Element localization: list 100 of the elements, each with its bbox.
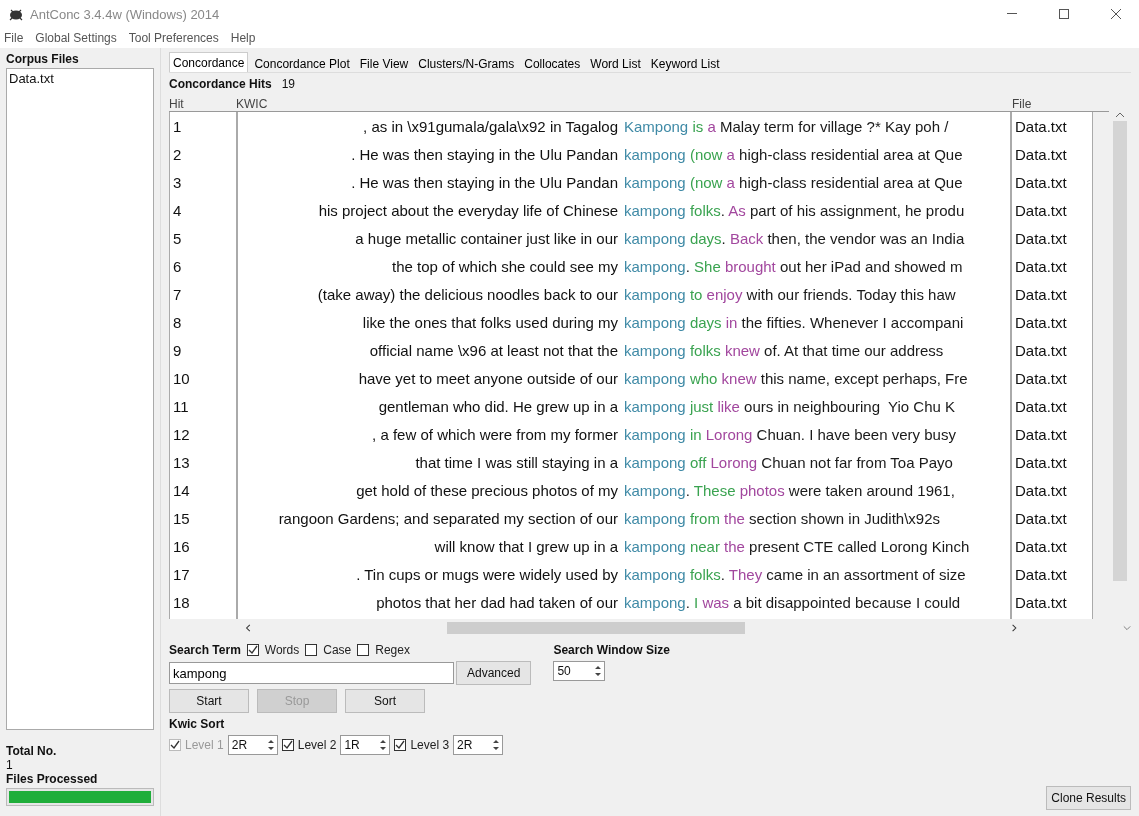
tab[interactable]: Keyword List [646,54,724,72]
file-cell-text: Data.txt [1014,425,1067,443]
right-context: kampong. She brought out her iPad and showed m [624,257,963,275]
file-cell-text: Data.txt [1014,257,1067,275]
hit-number: 3 [172,173,182,191]
right-context: kampong folks. They came in an assortment of size [624,565,966,583]
corpus-files-label: Corpus Files [6,52,80,66]
hit-number: 5 [172,229,182,247]
left-context: a huge metallic container just like in our [354,229,619,247]
right-context: kampong off Lorong Chuan not far from Toa Payo [624,453,953,471]
option-label: Words [264,643,300,657]
column-header[interactable]: File [1012,97,1032,111]
scroll-up-icon[interactable] [1115,111,1125,119]
checkbox[interactable] [246,644,259,656]
file-cell-text: Data.txt [1014,145,1067,163]
menu-item[interactable]: Global Settings [35,31,117,45]
file-cell-text: Data.txt [1014,593,1067,611]
left-context: that time I was still staying in a [414,453,619,471]
right-context: kampong from the section shown in Judith\x92s [624,509,941,527]
tab[interactable]: Collocates [520,54,585,72]
level-label: Level 1 [185,738,224,752]
hit-number: 6 [172,257,182,275]
hit-number: 17 [172,565,190,583]
tab[interactable]: Clusters/N-Grams [414,54,519,72]
sort-level-spinner[interactable]: 1R [340,735,391,755]
horizontal-scrollbar-thumb[interactable] [447,622,745,634]
level-label: Level 3 [410,738,450,752]
left-context: like the ones that folks used during my [361,313,619,331]
right-context: kampong days in the fifties. Whenever I accompani [624,313,964,331]
file-cell-text: Data.txt [1014,117,1067,135]
hit-number: 7 [172,285,182,303]
window-title: AntConc 3.4.4w (Windows) 2014 [30,6,221,22]
checkbox[interactable] [357,644,370,656]
hit-number: 10 [172,369,190,387]
option-label: Regex [375,643,410,657]
corpus-file-item[interactable]: Data.txt [9,71,151,86]
left-context: have yet to meet anyone outside of our [357,369,619,387]
total-label: Total No. [6,744,58,758]
file-cell-text: Data.txt [1014,397,1067,415]
left-context: photos that her dad had taken of our [375,593,619,611]
right-context: kampong just like ours in neighbouring Yio Chu K [624,397,956,415]
scroll-left-icon[interactable] [245,623,252,633]
hit-number: 4 [172,201,182,219]
option-label: Case [323,643,352,657]
hit-number: 9 [172,341,182,359]
file-cell-text: Data.txt [1014,509,1067,527]
left-context: gentleman who did. He grew up in a [377,397,619,415]
hit-number: 1 [172,117,182,135]
sort-level-spinner[interactable]: 2R [453,735,504,755]
scroll-right-icon[interactable] [1010,623,1017,633]
hit-number: 15 [172,509,190,527]
right-context: kampong folks. As part of his assignment, he produ [624,201,965,219]
file-cell-text: Data.txt [1014,565,1067,583]
file-cell-text: Data.txt [1014,313,1067,331]
right-context: kampong (now a high-class residential area at Que [624,173,963,191]
hits-count: 19 [281,77,296,91]
clone-results-button[interactable]: Clone Results [1046,786,1131,810]
tab[interactable]: Concordance Plot [250,54,354,72]
checkbox[interactable] [305,644,318,656]
hit-number: 14 [172,481,190,499]
tab[interactable]: File View [355,54,413,72]
checkbox[interactable] [394,739,407,751]
file-cell-text: Data.txt [1014,481,1067,499]
left-context: , a few of which were from my former [371,425,619,443]
left-context: official name \x96 at least not that the [368,341,619,359]
action-button[interactable]: Sort [345,689,425,713]
level-label: Level 2 [297,738,337,752]
file-cell-text: Data.txt [1014,173,1067,191]
column-header[interactable]: KWIC [236,97,1012,111]
menu-item[interactable]: File [4,31,24,45]
left-context: his project about the everyday life of Chinese [317,201,619,219]
checkbox[interactable] [281,739,294,751]
action-button[interactable]: Start [169,689,249,713]
left-context: , as in \x91gumala/gala\x92 in Tagalog [362,117,619,135]
hit-number: 12 [172,425,190,443]
left-context: . He was then staying in the Ulu Pandan [350,145,619,163]
ant-logo-icon [8,7,24,21]
right-context: Kampong is a Malay term for village ?* Kay poh / [624,117,949,135]
file-cell-text: Data.txt [1014,285,1067,303]
advanced-button[interactable]: Advanced [456,661,532,685]
right-context: kampong folks knew of. At that time our address [624,341,944,359]
menu-item[interactable]: Tool Preferences [128,31,219,45]
total-value: 1 [6,758,14,772]
file-cell-text: Data.txt [1014,341,1067,359]
file-cell-text: Data.txt [1014,537,1067,555]
concordance-hits-label: Concordance Hits [169,77,272,91]
column-header[interactable]: Hit [169,97,236,111]
scrollbar-thumb[interactable] [1113,121,1127,581]
left-context: . He was then staying in the Ulu Pandan [350,173,619,191]
search-window-size-label: Search Window Size [553,643,670,657]
hit-number: 18 [172,593,190,611]
left-context: (take away) the delicious noodles back to our [316,285,619,303]
tab[interactable]: Concordance [169,52,249,72]
menu-item[interactable]: Help [230,31,256,45]
hit-number: 11 [172,397,189,415]
window-size-spinner[interactable]: 50 [553,661,606,681]
left-context: rangoon Gardens; and separated my section of our [277,509,619,527]
search-field[interactable]: kampong [169,662,454,684]
left-context: will know that I grew up in a [433,537,619,555]
tab[interactable]: Word List [586,54,645,72]
